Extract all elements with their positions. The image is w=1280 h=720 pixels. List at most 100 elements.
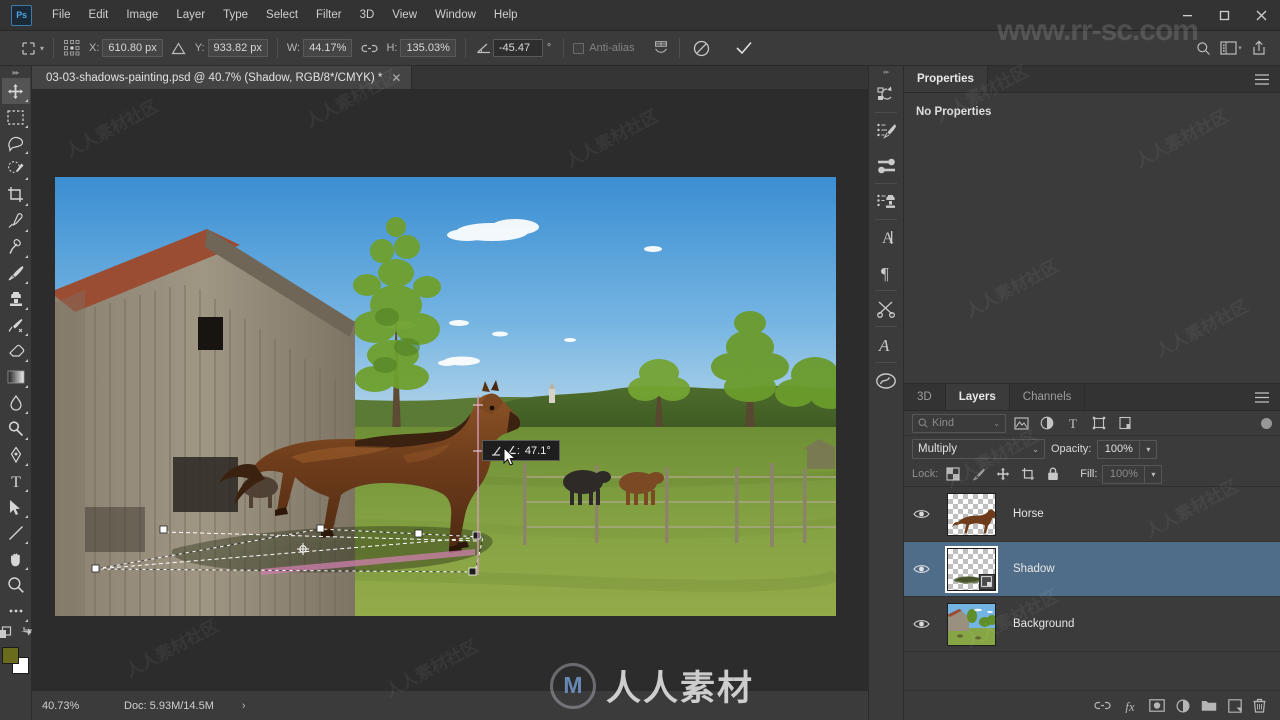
eyedropper-tool[interactable] <box>2 208 30 234</box>
menu-filter[interactable]: Filter <box>307 5 351 25</box>
toolbar-grip[interactable]: ▸▸ <box>0 66 31 78</box>
share-button[interactable] <box>1246 36 1272 60</box>
lock-artboard-nesting-icon[interactable] <box>1018 465 1038 484</box>
new-adjustment-layer-icon[interactable] <box>1176 698 1190 713</box>
layer-thumbnail-wrap[interactable] <box>938 545 1004 593</box>
antialias-check-box[interactable] <box>573 42 585 54</box>
brush-settings-icon[interactable] <box>869 113 903 148</box>
tab-layers[interactable]: Layers <box>945 384 1010 410</box>
crop-tool[interactable] <box>2 182 30 208</box>
rectangular-marquee-tool[interactable] <box>2 104 30 130</box>
adjustments-icon[interactable] <box>869 291 903 326</box>
pen-tool[interactable] <box>2 442 30 468</box>
layer-filter-kind-select[interactable]: Kind ⌄ <box>912 413 1006 433</box>
warp-icon[interactable] <box>652 39 670 57</box>
tab-properties[interactable]: Properties <box>904 66 988 92</box>
filter-smartobject-icon[interactable] <box>1114 413 1136 433</box>
layer-visibility-toggle[interactable] <box>904 618 938 630</box>
opacity-stepper-icon[interactable]: ▾ <box>1140 439 1158 459</box>
tab-channels[interactable]: Channels <box>1010 384 1086 410</box>
color-swatches[interactable] <box>1 646 31 676</box>
path-selection-tool[interactable] <box>2 494 30 520</box>
blend-mode-select[interactable]: Multiply ⌄ <box>912 439 1045 459</box>
menu-file[interactable]: File <box>43 5 80 25</box>
document-tab-close-icon[interactable]: ✕ <box>391 71 401 85</box>
menu-layer[interactable]: Layer <box>167 5 214 25</box>
y-input[interactable]: 933.82 px <box>207 39 268 57</box>
cancel-transform-button[interactable] <box>689 36 715 60</box>
zoom-level[interactable]: 40.73% <box>32 700 106 712</box>
filter-pixel-icon[interactable] <box>1010 413 1032 433</box>
link-layers-icon[interactable] <box>1094 700 1111 711</box>
lasso-tool[interactable] <box>2 130 30 156</box>
properties-panel-menu-icon[interactable] <box>1244 66 1280 92</box>
opacity-control[interactable]: 100% ▾ <box>1097 439 1158 459</box>
history-brush-tool[interactable] <box>2 312 30 338</box>
lock-transparent-pixels-icon[interactable] <box>943 465 963 484</box>
filter-shape-icon[interactable] <box>1088 413 1110 433</box>
document-tab[interactable]: 03-03-shadows-painting.psd @ 40.7% (Shad… <box>32 66 413 89</box>
clone-stamp-tool[interactable] <box>2 286 30 312</box>
active-tool-indicator[interactable]: ▾ <box>20 40 44 57</box>
layer-name[interactable]: Horse <box>1004 508 1044 520</box>
angle-input[interactable]: -45.47 <box>492 39 543 57</box>
gradient-tool[interactable] <box>2 364 30 390</box>
layer-thumbnail[interactable] <box>946 602 996 646</box>
layer-name[interactable]: Shadow <box>1004 563 1055 575</box>
delete-layer-icon[interactable] <box>1253 698 1266 713</box>
layer-name[interactable]: Background <box>1004 618 1074 630</box>
layer-thumbnail-wrap[interactable] <box>938 602 1004 646</box>
glyphs-panel-icon[interactable]: A <box>869 327 903 362</box>
layer-thumbnail[interactable] <box>946 492 996 536</box>
blur-tool[interactable] <box>2 390 30 416</box>
minimize-button[interactable] <box>1169 0 1206 31</box>
layer-visibility-toggle[interactable] <box>904 508 938 520</box>
layer-visibility-toggle[interactable] <box>904 563 938 575</box>
tab-3d[interactable]: 3D <box>904 384 946 410</box>
creative-cloud-libraries-icon[interactable] <box>869 363 903 398</box>
filter-enable-toggle[interactable] <box>1261 417 1272 429</box>
artboard-image[interactable]: ∠: 47.1° <box>55 177 836 616</box>
quick-mask-icon[interactable] <box>0 626 13 640</box>
x-input[interactable]: 610.80 px <box>102 39 163 57</box>
menu-select[interactable]: Select <box>257 5 307 25</box>
canvas-area[interactable]: ∠: 47.1° <box>32 90 868 690</box>
reference-point-icon[interactable] <box>63 39 81 57</box>
opacity-value[interactable]: 100% <box>1097 439 1141 459</box>
hand-tool[interactable] <box>2 546 30 572</box>
spot-healing-brush-tool[interactable] <box>2 234 30 260</box>
dock-grip[interactable]: ▸▸ <box>869 66 903 77</box>
workspace-button[interactable]: ▾ <box>1218 36 1244 60</box>
menu-image[interactable]: Image <box>117 5 167 25</box>
character-panel-icon[interactable]: A <box>869 220 903 255</box>
filter-type-icon[interactable]: T <box>1062 413 1084 433</box>
new-group-icon[interactable] <box>1201 699 1217 712</box>
table-row[interactable]: Horse <box>904 487 1280 542</box>
maximize-button[interactable] <box>1206 0 1243 31</box>
horizontal-type-tool[interactable]: T <box>2 468 30 494</box>
paragraph-panel-icon[interactable]: ¶ <box>869 255 903 290</box>
edit-toolbar-button[interactable] <box>2 598 30 624</box>
link-icon[interactable] <box>360 39 378 57</box>
menu-window[interactable]: Window <box>426 5 485 25</box>
fill-value[interactable]: 100% <box>1102 464 1146 484</box>
height-input[interactable]: 135.03% <box>400 39 456 57</box>
history-panel-icon[interactable] <box>869 77 903 112</box>
menu-3d[interactable]: 3D <box>351 5 384 25</box>
filter-adjustment-icon[interactable] <box>1036 413 1058 433</box>
antialias-checkbox[interactable]: Anti-alias <box>573 42 637 54</box>
layers-panel-menu-icon[interactable] <box>1244 384 1280 410</box>
brush-presets-icon[interactable] <box>869 148 903 183</box>
line-tool[interactable] <box>2 520 30 546</box>
search-button[interactable] <box>1190 36 1216 60</box>
eraser-tool[interactable] <box>2 338 30 364</box>
menu-edit[interactable]: Edit <box>80 5 118 25</box>
foreground-color-swatch[interactable] <box>1 647 19 664</box>
status-expand-arrow[interactable]: › <box>242 700 246 712</box>
width-input[interactable]: 44.17% <box>303 39 353 57</box>
fill-control[interactable]: 100% ▾ <box>1102 464 1163 484</box>
new-layer-icon[interactable] <box>1228 698 1242 713</box>
table-row[interactable]: Shadow <box>904 542 1280 597</box>
commit-transform-button[interactable] <box>731 36 757 60</box>
dodge-tool[interactable] <box>2 416 30 442</box>
